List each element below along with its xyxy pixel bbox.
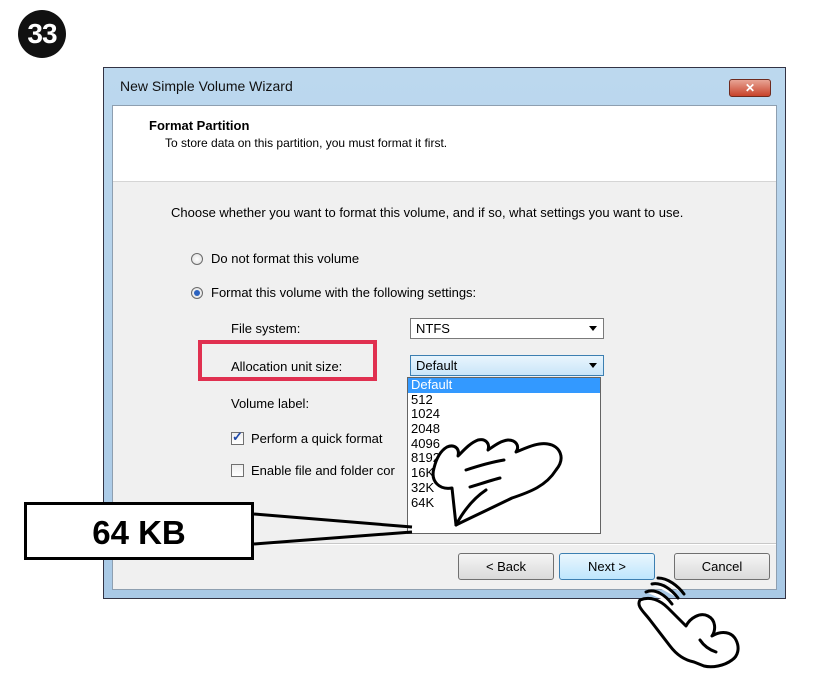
hand-pointer-icon xyxy=(431,438,563,527)
annotation-overlay xyxy=(253,438,740,669)
callout-pointer xyxy=(253,512,413,546)
hand-click-icon xyxy=(637,576,740,669)
